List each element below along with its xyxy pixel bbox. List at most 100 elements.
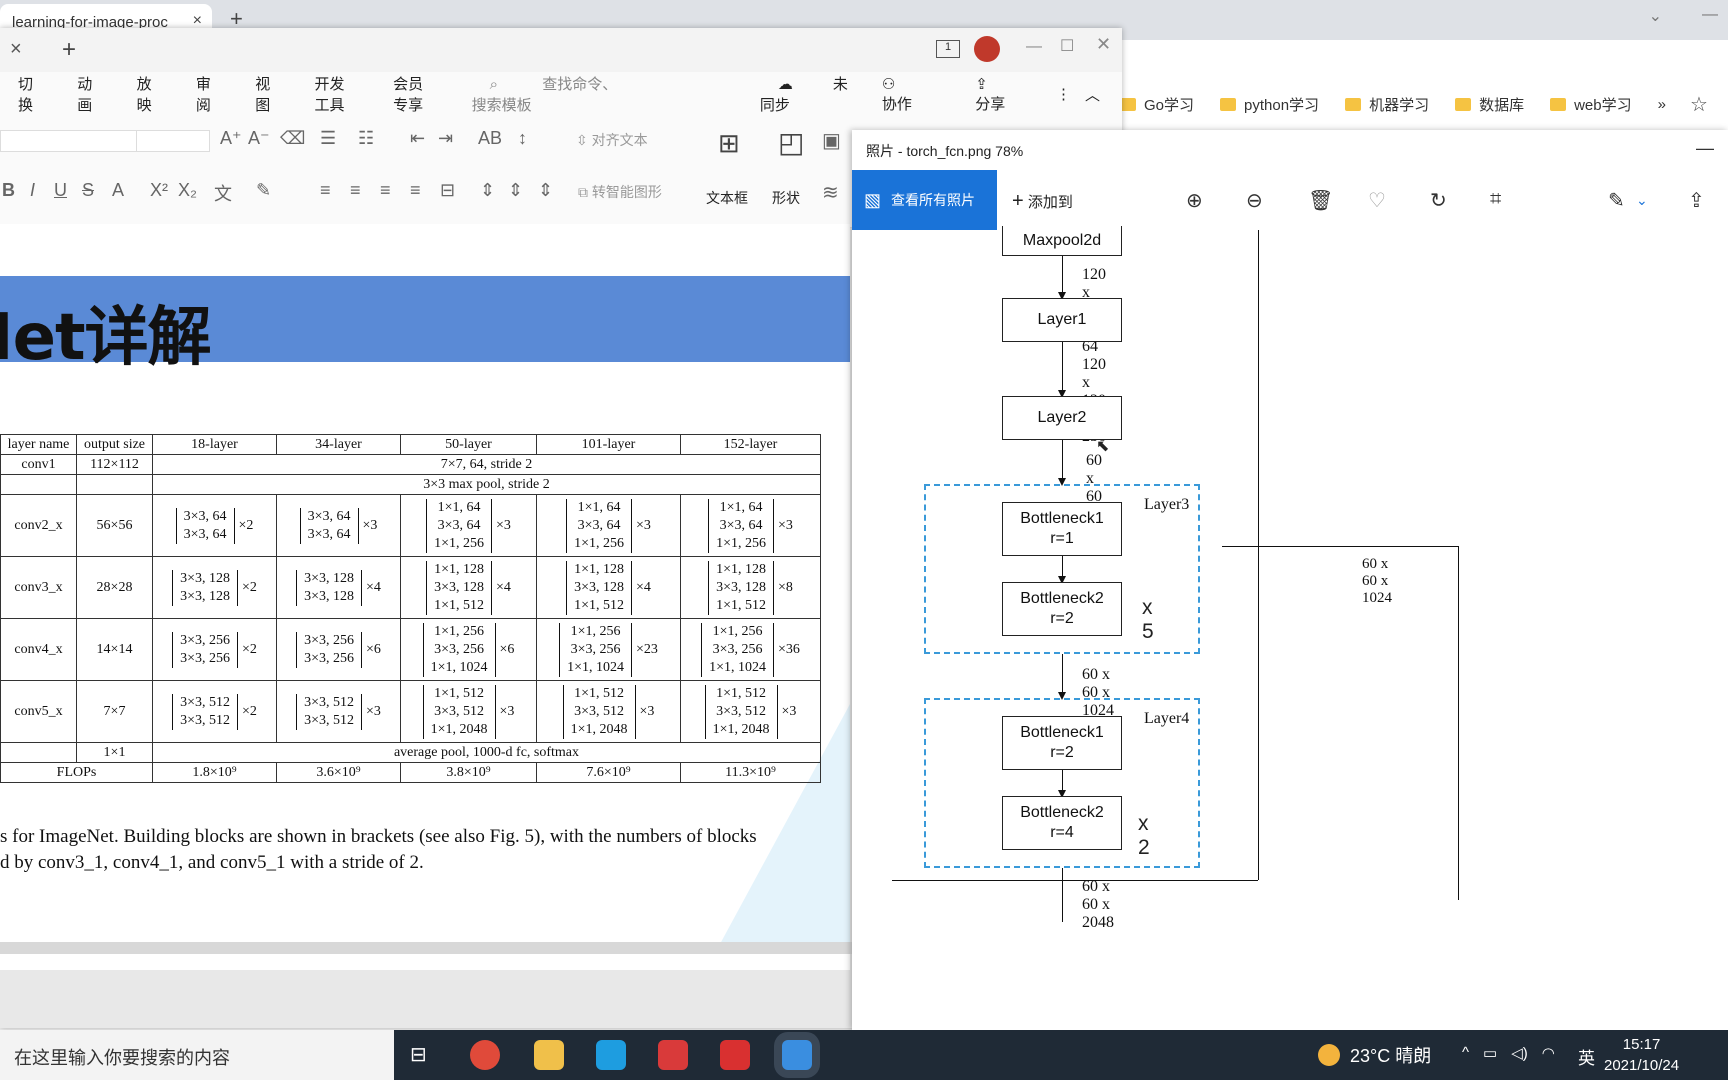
font-color-icon[interactable]: A xyxy=(112,180,124,201)
align-right-icon[interactable]: ≡ xyxy=(380,180,391,201)
command-search[interactable]: ⌕ 查找命令、搜索模板 xyxy=(472,73,618,115)
clear-format-icon[interactable]: ⌫ xyxy=(280,128,305,149)
minimize-icon[interactable]: — xyxy=(1026,38,1042,56)
numbered-list-icon[interactable]: ☷ xyxy=(358,128,374,149)
matrix-line: 3×3, 64 xyxy=(307,526,351,542)
bold-icon[interactable]: B xyxy=(2,180,15,201)
volume-icon[interactable]: ◁) xyxy=(1511,1044,1528,1062)
textbox-button[interactable]: 文本框 xyxy=(706,188,748,208)
bookmarks-overflow-button[interactable]: » xyxy=(1658,94,1666,115)
edge-icon[interactable] xyxy=(596,1040,626,1070)
favorite-heart-icon[interactable]: ♡ xyxy=(1368,188,1386,213)
bookmark-item[interactable]: web学习 xyxy=(1550,94,1632,115)
menu-slideshow[interactable]: 放映 xyxy=(137,73,156,115)
share-icon: ⇪ xyxy=(975,75,988,93)
bullet-list-icon[interactable]: ☰ xyxy=(320,128,336,149)
chrome-icon[interactable] xyxy=(470,1040,500,1070)
zoom-in-icon[interactable]: ⊕ xyxy=(1186,188,1203,213)
share-icon[interactable]: ⇪ xyxy=(1688,188,1705,213)
clock[interactable]: 15:17 2021/10/24 xyxy=(1604,1034,1679,1076)
wifi-icon[interactable]: ◠ xyxy=(1542,1044,1555,1062)
bracket-block: 3×3, 64 3×3, 64 ×2 xyxy=(175,507,253,544)
maximize-icon[interactable]: ☐ xyxy=(1060,36,1074,56)
decrease-font-icon[interactable]: A⁻ xyxy=(248,128,270,149)
close-icon[interactable]: ✕ xyxy=(1096,34,1111,55)
zoom-out-icon[interactable]: ⊖ xyxy=(1246,188,1263,213)
minimize-icon[interactable]: — xyxy=(1696,138,1714,159)
file-explorer-icon[interactable] xyxy=(534,1040,564,1070)
bookmark-item[interactable]: 机器学习 xyxy=(1345,94,1429,115)
justify-icon[interactable]: ≡ xyxy=(410,180,421,201)
bookmark-item[interactable]: 数据库 xyxy=(1455,94,1524,115)
distribute-icon[interactable]: ⊟ xyxy=(440,180,455,201)
delete-icon[interactable]: 🗑 xyxy=(1308,188,1333,213)
menu-member[interactable]: 会员专享 xyxy=(393,73,432,115)
subscript-icon[interactable]: X₂ xyxy=(178,180,197,201)
line-spacing-before-icon[interactable]: ⇕ xyxy=(508,180,523,201)
superscript-icon[interactable]: X² xyxy=(150,180,168,201)
matrix-line: 3×3, 512 xyxy=(304,694,354,710)
slide-title: Net详解 xyxy=(0,301,212,375)
matrix-line: 1×1, 128 xyxy=(434,561,484,577)
bookmark-item[interactable]: python学习 xyxy=(1220,94,1319,115)
taskbar-search-input[interactable]: 在这里输入你要搜索的内容 xyxy=(0,1030,394,1080)
task-view-icon[interactable]: ⊟ xyxy=(410,1042,427,1067)
view-all-photos-button[interactable]: ▧ 查看所有照片 xyxy=(852,170,997,230)
line-spacing-after-icon[interactable]: ⇕ xyxy=(538,180,553,201)
collab-button[interactable]: ⚇ 协作 xyxy=(864,75,943,114)
weather-widget[interactable]: 23°C 晴朗 xyxy=(1318,1042,1431,1068)
menu-devtools[interactable]: 开发工具 xyxy=(314,73,353,115)
paragraph-spacing-icon[interactable]: ⇕ xyxy=(480,180,495,201)
input-language[interactable]: 英 xyxy=(1578,1044,1595,1069)
matrix-line: 3×3, 64 xyxy=(183,508,227,524)
menu-review[interactable]: 审阅 xyxy=(196,73,215,115)
sync-button[interactable]: ☁ 未同步 xyxy=(760,73,850,115)
text-direction-icon[interactable]: AB xyxy=(478,128,502,149)
window-count-badge[interactable]: 1 xyxy=(936,40,960,58)
underline-icon[interactable]: U xyxy=(54,180,67,201)
collapse-ribbon-icon[interactable]: ︿ xyxy=(1085,84,1100,105)
bookmark-item[interactable]: Go学习 xyxy=(1120,94,1194,115)
avatar[interactable] xyxy=(974,36,1000,62)
increase-font-icon[interactable]: A⁺ xyxy=(220,128,242,149)
bookmark-star-icon[interactable]: ☆ xyxy=(1690,92,1708,117)
shape-button[interactable]: 形状 xyxy=(772,188,800,208)
more-icon[interactable]: ⋮ xyxy=(1056,85,1071,103)
shapes-icon[interactable]: ◰ xyxy=(778,126,804,159)
wps-icon[interactable] xyxy=(720,1040,750,1070)
photos-icon[interactable] xyxy=(782,1040,812,1070)
menu-view[interactable]: 视图 xyxy=(255,73,274,115)
align-left-icon[interactable]: ≡ xyxy=(320,180,331,201)
share-button[interactable]: ⇪ 分享 xyxy=(957,75,1036,114)
font-size-select[interactable] xyxy=(136,130,210,152)
outdent-icon[interactable]: ⇤ xyxy=(410,128,425,149)
picture-icon[interactable]: ▣ xyxy=(822,128,841,153)
chevron-up-icon[interactable]: ^ xyxy=(1462,1044,1469,1062)
close-doc-tab-icon[interactable]: × xyxy=(10,38,22,61)
font-name-select[interactable] xyxy=(0,130,148,152)
smart-shape-button[interactable]: ⧉ 转智能图形 xyxy=(578,182,662,202)
strikethrough-icon[interactable]: S xyxy=(82,180,94,201)
edit-icon[interactable]: ✎ xyxy=(1608,188,1625,213)
chevron-down-icon[interactable]: ⌄ xyxy=(1649,6,1662,26)
rotate-icon[interactable]: ↻ xyxy=(1430,188,1447,213)
textbox-icon[interactable]: ⊞ xyxy=(718,128,740,159)
add-to-button[interactable]: + 添加到 xyxy=(1012,190,1073,213)
layers-icon[interactable]: ≋ xyxy=(822,180,839,205)
new-doc-tab-button[interactable]: + xyxy=(62,36,76,64)
chevron-down-icon[interactable]: ⌄ xyxy=(1636,192,1648,209)
netease-music-icon[interactable] xyxy=(658,1040,688,1070)
menu-switch[interactable]: 切换 xyxy=(18,73,37,115)
battery-icon[interactable]: ▭ xyxy=(1483,1044,1497,1062)
italic-icon[interactable]: I xyxy=(30,180,35,201)
align-text-button[interactable]: ⇳ 对齐文本 xyxy=(576,130,648,150)
line-spacing-icon[interactable]: ↕ xyxy=(518,128,527,149)
crop-icon[interactable]: ⌗ xyxy=(1490,188,1501,211)
menu-animation[interactable]: 动画 xyxy=(77,73,96,115)
align-center-icon[interactable]: ≡ xyxy=(350,180,361,201)
phonetic-icon[interactable]: 文 xyxy=(214,180,232,206)
indent-icon[interactable]: ⇥ xyxy=(438,128,453,149)
minimize-icon[interactable]: — xyxy=(1702,6,1718,26)
highlight-icon[interactable]: ✎ xyxy=(256,180,271,201)
caption-line: s for ImageNet. Building blocks are show… xyxy=(0,826,757,847)
